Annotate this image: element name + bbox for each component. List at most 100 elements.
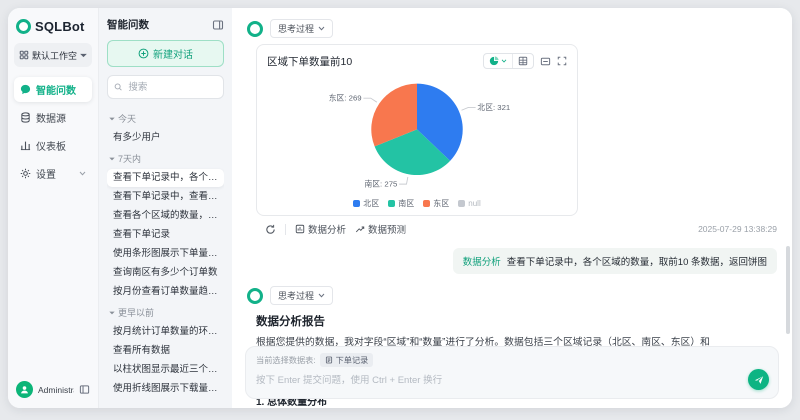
- database-icon: [21, 112, 30, 123]
- group-label-today[interactable]: 今天: [109, 112, 222, 125]
- datasource-row: 当前选择数据表: 下单记录: [256, 353, 768, 367]
- chat-item[interactable]: 查看所有数据: [107, 342, 224, 360]
- chat-item[interactable]: 使用折线图展示下载量随日期的变...: [107, 380, 224, 398]
- chevron-down-icon: [501, 59, 507, 63]
- refresh-icon: [266, 224, 275, 234]
- workspace-selector[interactable]: 默认工作空间: [14, 43, 92, 67]
- chevron-down-icon: [79, 171, 86, 176]
- send-button[interactable]: [748, 369, 769, 390]
- export-chart-button[interactable]: [540, 56, 551, 67]
- assistant-avatar: [247, 20, 263, 37]
- pie-chart-icon: [489, 56, 499, 66]
- message-actions: 数据分析 数据预测 2025-07-29 13:38:29: [265, 222, 777, 236]
- scrollbar-thumb[interactable]: [786, 246, 790, 334]
- chat-history-panel: 智能问数 新建对话 今天 有多少用户 7天内 查看下单记录中，各个区域的数量..…: [98, 8, 232, 408]
- legend-item[interactable]: 北区: [353, 198, 379, 209]
- chat-history-list: 今天 有多少用户 7天内 查看下单记录中，各个区域的数量... 查看下单记录中，…: [107, 107, 224, 399]
- paper-plane-icon: [754, 375, 763, 384]
- table-doc-icon: [325, 356, 332, 364]
- group-label-earlier[interactable]: 更早以前: [109, 306, 222, 319]
- pie-chart[interactable]: 北区: 321 南区: 275 东区: 269: [267, 69, 567, 197]
- composer[interactable]: 当前选择数据表: 下单记录 按下 Enter 提交问题，使用 Ctrl + En…: [245, 346, 779, 399]
- dashboard-icon: [20, 141, 31, 151]
- sidebar-item-chat-qa[interactable]: 智能问数: [14, 77, 92, 102]
- group-label-7days[interactable]: 7天内: [109, 152, 222, 165]
- chat-item[interactable]: 查看下单记录中，查看各个区域的...: [107, 188, 224, 206]
- chat-item[interactable]: 按月份查看订单数量趋势，使用折...: [107, 283, 224, 301]
- person-icon: [21, 386, 28, 394]
- chart-type-switcher: [483, 53, 534, 69]
- collapse-panel-icon[interactable]: [212, 19, 224, 31]
- chat-item[interactable]: 以柱状图显示最近三个月的订单量: [107, 361, 224, 379]
- workspace-name: 默认工作空间: [32, 50, 77, 61]
- search-input[interactable]: [126, 80, 217, 94]
- data-analysis-button[interactable]: 数据分析: [295, 222, 346, 236]
- analysis-icon: [295, 224, 305, 234]
- avatar: [16, 381, 33, 398]
- pie-legend[interactable]: 北区 南区 东区 null: [267, 198, 567, 209]
- thinking-process-toggle[interactable]: 思考过程: [270, 19, 334, 38]
- user-message-bubble: 数据分析 查看下单记录中，各个区域的数量，取前10 条数据，返回饼图: [452, 248, 777, 274]
- assistant-message-header: 思考过程: [247, 19, 777, 38]
- chevron-down-icon: [109, 157, 115, 160]
- user-account[interactable]: Administrator: [14, 379, 92, 400]
- sidebar-nav: 智能问数 数据源 仪表板 设置: [14, 77, 92, 186]
- chart-title: 区域下单数量前10: [267, 55, 353, 68]
- chevron-down-icon: [318, 26, 325, 31]
- sidebar-item-dashboard[interactable]: 仪表板: [14, 133, 92, 158]
- panel-title: 智能问数: [107, 19, 149, 31]
- chart-card: 区域下单数量前10 北区: 321 南区: 275 东区: 269 北区 南区 …: [256, 44, 578, 216]
- search-icon: [114, 83, 122, 91]
- user-name: Administrator: [38, 384, 74, 395]
- export-icon: [540, 57, 551, 65]
- chat-item[interactable]: 查看下单记录: [107, 226, 224, 244]
- chat-item[interactable]: 查询南区有多少个订单数: [107, 264, 224, 282]
- thinking-process-toggle[interactable]: 思考过程: [270, 286, 334, 305]
- sidebar-item-label: 设置: [36, 170, 56, 181]
- fullscreen-button[interactable]: [557, 56, 567, 66]
- table-icon: [518, 56, 528, 66]
- legend-item[interactable]: null: [458, 198, 481, 209]
- chat-item[interactable]: 查看各个区域的数量，取前10 条数...: [107, 207, 224, 225]
- datasource-chip[interactable]: 下单记录: [319, 353, 374, 367]
- svg-text:南区: 275: 南区: 275: [365, 178, 398, 188]
- chat-bubble-icon: [20, 84, 31, 95]
- chat-item-selected[interactable]: 查看下单记录中，各个区域的数量...: [107, 169, 224, 187]
- data-predict-button[interactable]: 数据预测: [355, 222, 406, 236]
- new-chat-label: 新建对话: [153, 50, 193, 61]
- chart-type-pie-button[interactable]: [484, 54, 512, 68]
- brand-name: SQLBot: [35, 19, 85, 34]
- sidebar-item-datasource[interactable]: 数据源: [14, 105, 92, 130]
- workspace-icon: [19, 50, 29, 60]
- chart-toolbar: [483, 53, 567, 69]
- legend-item[interactable]: 南区: [388, 198, 414, 209]
- chat-item[interactable]: 有多少用户: [107, 129, 224, 147]
- table-view-button[interactable]: [512, 54, 533, 68]
- app-window: SQLBot 默认工作空间 智能问数 数据源 仪表板 设置: [8, 8, 792, 408]
- plus-circle-icon: [138, 48, 149, 59]
- assistant-avatar: [247, 287, 263, 304]
- sidebar-item-settings[interactable]: 设置: [14, 161, 92, 186]
- refresh-button[interactable]: [265, 224, 276, 235]
- predict-icon: [355, 226, 365, 233]
- chat-item[interactable]: 按月统计订单数量的环比增长率: [107, 323, 224, 341]
- sidebar-item-label: 仪表板: [36, 142, 66, 153]
- search-box[interactable]: [107, 75, 224, 99]
- assistant-message-header: 思考过程: [247, 286, 777, 305]
- chat-item[interactable]: 使用条形图展示下单量排名前5的日...: [107, 245, 224, 263]
- new-chat-button[interactable]: 新建对话: [107, 40, 224, 67]
- question-input[interactable]: 按下 Enter 提交问题，使用 Ctrl + Enter 换行: [256, 372, 768, 386]
- user-message-row: 数据分析 查看下单记录中，各个区域的数量，取前10 条数据，返回饼图: [247, 248, 777, 274]
- analysis-tag: 数据分析: [462, 257, 501, 268]
- sidebar-item-label: 智能问数: [36, 86, 76, 97]
- chevron-down-icon: [109, 117, 115, 120]
- collapse-sidebar-icon[interactable]: [79, 384, 90, 395]
- report-title: 数据分析报告: [256, 316, 325, 328]
- gear-icon: [20, 168, 31, 179]
- legend-item[interactable]: 东区: [423, 198, 449, 209]
- brand: SQLBot: [14, 17, 92, 43]
- chevron-down-icon: [80, 53, 87, 57]
- chat-main: 思考过程 区域下单数量前10 北区: 321 南区: 275 东区: 269 北…: [232, 8, 792, 408]
- sqlbot-logo-icon: [16, 19, 31, 34]
- chevron-down-icon: [318, 293, 325, 298]
